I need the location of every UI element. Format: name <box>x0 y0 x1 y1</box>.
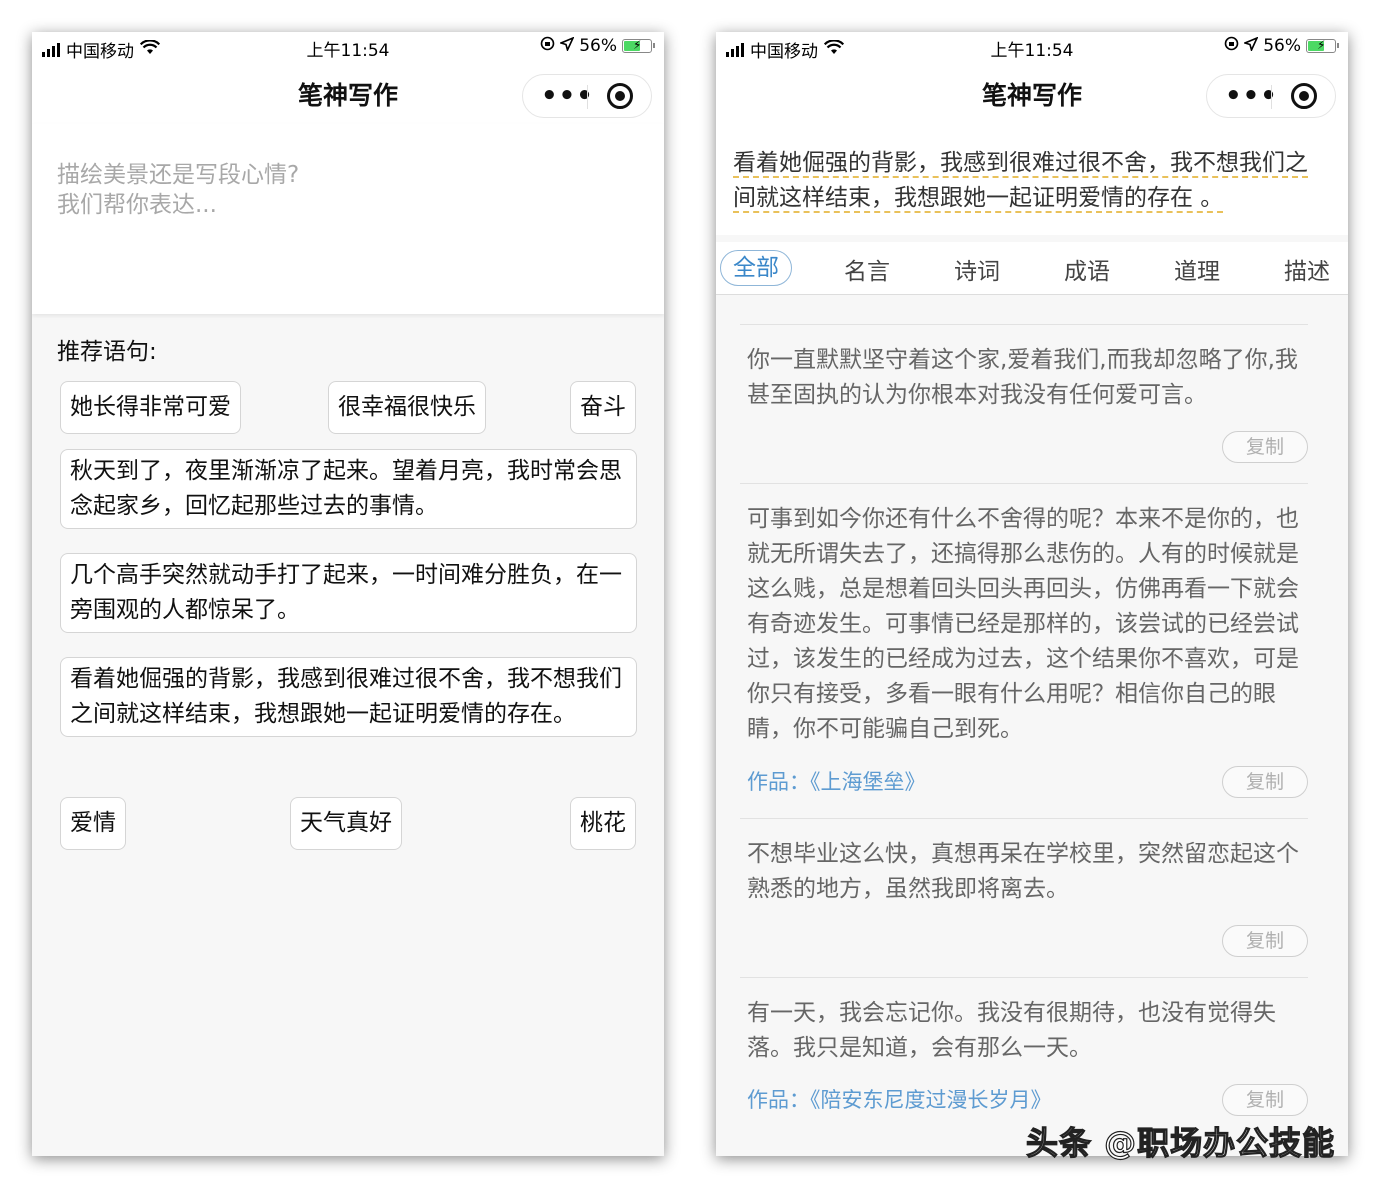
capsule-divider <box>587 85 588 109</box>
location-icon <box>1242 36 1259 56</box>
tab-descriptions[interactable]: 描述 <box>1284 252 1330 286</box>
result-source-link[interactable]: 作品：《陪安东尼度过漫长岁月》 <box>747 1084 1052 1114</box>
keyword-chip[interactable]: 她长得非常可爱 <box>60 381 241 434</box>
keyword-chip[interactable]: 桃花 <box>570 797 636 850</box>
status-bar: 中国移动 上午11:54 56% ⚡ <box>32 32 664 62</box>
close-icon[interactable] <box>607 83 633 109</box>
keyword-chip[interactable]: 奋斗 <box>570 381 636 434</box>
orientation-lock-icon <box>1224 36 1239 56</box>
tab-principles[interactable]: 道理 <box>1174 252 1220 286</box>
copy-button[interactable]: 复制 <box>1222 431 1308 463</box>
result-text: 有一天，我会忘记你。我没有很期待，也没有觉得失落。我只是知道，会有那么一天。 <box>747 1000 1276 1061</box>
close-icon[interactable] <box>1291 83 1317 109</box>
keyword-chip[interactable]: 天气真好 <box>290 797 402 850</box>
tab-idioms[interactable]: 成语 <box>1064 252 1110 286</box>
more-icon[interactable]: ••• <box>541 81 594 111</box>
tab-all[interactable]: 全部 <box>720 250 792 286</box>
sentence-chip[interactable]: 几个高手突然就动手打了起来，一时间难分胜负，在一旁围观的人都惊呆了。 <box>60 553 637 633</box>
mini-program-capsule: ••• <box>1206 74 1336 118</box>
category-tabs: 全部 名言 诗词 成语 道理 描述 <box>716 242 1348 295</box>
result-card: 你一直默默坚守着这个家,爱着我们,而我却忽略了你,我甚至固执的认为你根本对我没有… <box>740 324 1308 483</box>
nav-bar: 笔神写作 ••• <box>32 62 664 124</box>
input-placeholder: 描绘美景还是写段心情? 我们帮你表达... <box>57 162 300 218</box>
nav-bar: 笔神写作 ••• <box>716 62 1348 124</box>
location-icon <box>558 36 575 56</box>
keyword-chip[interactable]: 爱情 <box>60 797 126 850</box>
result-card: 不想毕业这么快，真想再呆在学校里，突然留恋起这个熟悉的地方，虽然我即将离去。 复… <box>740 818 1308 977</box>
status-bar: 中国移动 上午11:54 56% ⚡ <box>716 32 1348 62</box>
battery-icon: ⚡ <box>622 38 655 53</box>
sentence-chip[interactable]: 看着她倔强的背影，我感到很难过很不舍，我不想我们之间就这样结束，我想跟她一起证明… <box>60 657 637 737</box>
recommend-label: 推荐语句: <box>57 339 157 365</box>
source-sentence-text: 看着她倔强的背影，我感到很难过很不舍，我不想我们之间就这样结束，我想跟她一起证明… <box>733 146 1328 216</box>
battery-icon: ⚡ <box>1306 38 1339 53</box>
mini-program-capsule: ••• <box>522 74 652 118</box>
result-text: 不想毕业这么快，真想再呆在学校里，突然留恋起这个熟悉的地方，虽然我即将离去。 <box>747 841 1299 902</box>
source-sentence[interactable]: 看着她倔强的背影，我感到很难过很不舍，我不想我们之间就这样结束，我想跟她一起证明… <box>716 124 1348 235</box>
writing-input[interactable]: 描绘美景还是写段心情? 我们帮你表达... <box>32 124 664 314</box>
battery-percent: 56% <box>1263 36 1301 56</box>
keyword-chip[interactable]: 很幸福很快乐 <box>328 381 486 434</box>
underlined-sentence: 看着她倔强的背影，我感到很难过很不舍，我不想我们之间就这样结束，我想跟她一起证明… <box>733 150 1308 213</box>
result-source-link[interactable]: 作品：《上海堡垒》 <box>747 766 926 796</box>
result-text: 可事到如今你还有什么不舍得的呢？本来不是你的，也就无所谓失去了，还搞得那么悲伤的… <box>747 506 1299 742</box>
watermark: 头条 @职场办公技能 <box>1025 1123 1336 1162</box>
battery-percent: 56% <box>579 36 617 56</box>
tab-poems[interactable]: 诗词 <box>954 252 1000 286</box>
copy-button[interactable]: 复制 <box>1222 1084 1308 1116</box>
tab-quotes[interactable]: 名言 <box>844 252 890 286</box>
orientation-lock-icon <box>540 36 555 56</box>
phone-screen-right: 中国移动 上午11:54 56% ⚡ 笔神写作 ••• 看着她倔强的背影，我感到… <box>716 32 1348 1156</box>
copy-button[interactable]: 复制 <box>1222 925 1308 957</box>
capsule-divider <box>1271 85 1272 109</box>
result-card: 可事到如今你还有什么不舍得的呢？本来不是你的，也就无所谓失去了，还搞得那么悲伤的… <box>740 483 1308 818</box>
copy-button[interactable]: 复制 <box>1222 766 1308 798</box>
phone-screen-left: 中国移动 上午11:54 56% ⚡ 笔神写作 ••• 描绘美景还是写段心情? … <box>32 32 664 1156</box>
result-text: 你一直默默坚守着这个家,爱着我们,而我却忽略了你,我甚至固执的认为你根本对我没有… <box>747 347 1298 408</box>
more-icon[interactable]: ••• <box>1225 81 1278 111</box>
sentence-chip[interactable]: 秋天到了，夜里渐渐凉了起来。望着月亮，我时常会思念起家乡，回忆起那些过去的事情。 <box>60 449 637 529</box>
